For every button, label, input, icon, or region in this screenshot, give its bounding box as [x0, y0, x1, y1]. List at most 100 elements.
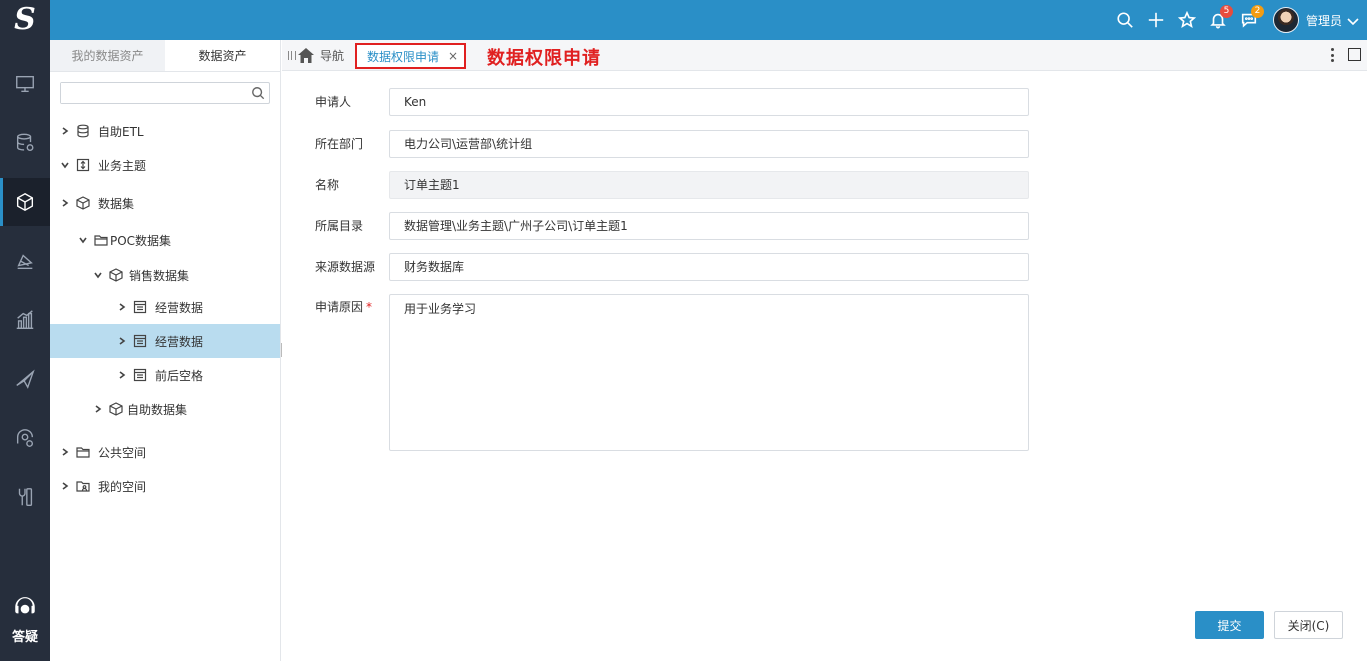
name-label: 名称	[315, 178, 340, 192]
chevron-down-icon[interactable]	[78, 235, 88, 245]
form-row-name: 名称 订单主题1	[315, 171, 1029, 199]
source-field[interactable]: 财务数据库	[389, 253, 1029, 281]
favorite-star-icon[interactable]	[1172, 0, 1203, 40]
tree-node-label: 我的空间	[98, 479, 147, 494]
chevron-right-icon[interactable]	[117, 370, 127, 380]
applicant-field[interactable]: Ken	[389, 88, 1029, 116]
user-folder-icon	[76, 479, 90, 493]
permission-request-form: 申请人 Ken 所在部门 电力公司\运营部\统计组 名称 订单主题1 所属目录 …	[282, 71, 1367, 661]
chevron-right-icon[interactable]	[117, 336, 127, 346]
rail-data-assets-icon[interactable]	[0, 178, 50, 226]
chevron-right-icon[interactable]	[60, 126, 70, 136]
rail-layers-icon[interactable]	[0, 237, 50, 285]
chevron-down-icon[interactable]	[93, 270, 103, 280]
logo-mark: S	[14, 2, 36, 37]
cube-icon	[109, 402, 123, 416]
tab-bar-grip-icon[interactable]	[288, 51, 296, 60]
search-icon[interactable]	[1110, 0, 1141, 40]
tab-data-assets[interactable]: 数据资产	[165, 40, 280, 71]
tab-my-data-assets[interactable]: 我的数据资产	[50, 40, 165, 71]
tab-navigation[interactable]: 导航	[298, 47, 344, 64]
search-icon[interactable]	[251, 86, 265, 100]
tab-navigation-label: 导航	[320, 49, 345, 63]
folder-icon	[94, 233, 108, 247]
tree-node-label: 经营数据	[155, 334, 204, 349]
rail-monitor-icon[interactable]	[0, 60, 50, 108]
chevron-down-icon	[1347, 15, 1359, 26]
rail-database-settings-icon[interactable]	[0, 119, 50, 167]
tab-data-permission-request[interactable]: 数据权限申请 ×	[355, 43, 466, 69]
data-asset-panel: 我的数据资产 数据资产 自助ETL 业务主题 数据集 POC数据集 销售数据集 …	[50, 40, 281, 661]
tree-node-sales-datasets[interactable]: 销售数据集	[50, 258, 280, 292]
panel-tabs: 我的数据资产 数据资产	[50, 40, 280, 72]
department-label: 所在部门	[315, 137, 364, 151]
tree-node-label: 前后空格	[155, 368, 204, 383]
help-label: 答疑	[11, 630, 38, 645]
chevron-right-icon[interactable]	[60, 481, 70, 491]
user-menu[interactable]: 管理员	[1265, 0, 1367, 40]
message-icon[interactable]: 2	[1234, 0, 1265, 40]
home-icon	[298, 48, 314, 63]
left-nav-rail: 答疑	[0, 40, 50, 661]
folder-icon	[76, 445, 90, 459]
avatar	[1272, 7, 1299, 33]
chevron-down-icon[interactable]	[60, 160, 70, 170]
tree-node-business-topic[interactable]: 业务主题	[50, 148, 280, 182]
table-icon	[133, 334, 147, 348]
form-row-source: 来源数据源 财务数据库	[315, 253, 1029, 281]
tree-node-label: 公共空间	[98, 445, 147, 460]
directory-field[interactable]: 数据管理\业务主题\广州子公司\订单主题1	[389, 212, 1029, 240]
department-field[interactable]: 电力公司\运营部\统计组	[389, 130, 1029, 158]
tree-search-input[interactable]	[61, 83, 241, 103]
maximize-icon[interactable]	[1348, 48, 1361, 61]
tree-node-label: 自助数据集	[127, 402, 188, 417]
form-row-department: 所在部门 电力公司\运营部\统计组	[315, 130, 1029, 158]
form-row-directory: 所属目录 数据管理\业务主题\广州子公司\订单主题1	[315, 212, 1029, 240]
tree-node-label: 自助ETL	[98, 124, 144, 139]
reason-label: 申请原因	[315, 300, 364, 314]
top-header: S 5 2 管理员	[0, 0, 1367, 40]
tree-node-datasets[interactable]: 数据集	[50, 186, 280, 220]
tree-node-etl[interactable]: 自助ETL	[50, 114, 280, 148]
more-options-icon[interactable]	[1327, 46, 1337, 64]
close-icon[interactable]: ×	[448, 49, 458, 63]
tree-node-self-service-datasets[interactable]: 自助数据集	[50, 392, 280, 426]
message-badge: 2	[1250, 5, 1264, 18]
chevron-right-icon[interactable]	[60, 198, 70, 208]
topic-icon	[76, 158, 90, 172]
tab-bar: 导航 数据权限申请 × 数据权限申请	[282, 40, 1367, 71]
tree-node-label: 销售数据集	[129, 268, 190, 283]
table-icon	[133, 300, 147, 314]
help-button[interactable]: 答疑	[0, 595, 50, 645]
chevron-right-icon[interactable]	[60, 447, 70, 457]
reason-textarea[interactable]: 用于业务学习	[389, 294, 1029, 451]
tree-node-trim-spaces[interactable]: 前后空格	[50, 358, 280, 392]
tree-search	[60, 82, 270, 104]
tab-label: 数据权限申请	[367, 49, 440, 64]
notification-bell-icon[interactable]: 5	[1203, 0, 1234, 40]
table-icon	[133, 368, 147, 382]
chevron-right-icon[interactable]	[93, 404, 103, 414]
rail-send-icon[interactable]	[0, 355, 50, 403]
directory-label: 所属目录	[315, 219, 364, 233]
tree-node-label: 业务主题	[98, 158, 147, 173]
cube-icon	[109, 268, 123, 282]
header-actions: 5 2 管理员	[1110, 0, 1367, 40]
tree-node-public-space[interactable]: 公共空间	[50, 435, 280, 469]
rail-user-settings-icon[interactable]	[0, 414, 50, 462]
database-icon	[76, 124, 90, 138]
rail-tools-icon[interactable]	[0, 473, 50, 521]
tree-node-operating-data-1[interactable]: 经营数据	[50, 290, 280, 324]
name-field: 订单主题1	[389, 171, 1029, 199]
rail-bar-chart-icon[interactable]	[0, 296, 50, 344]
submit-button[interactable]: 提交	[1195, 611, 1264, 639]
tree-node-label: 经营数据	[155, 300, 204, 315]
close-button[interactable]: 关闭(C)	[1274, 611, 1343, 639]
app-logo[interactable]: S	[0, 0, 50, 40]
tree-node-my-space[interactable]: 我的空间	[50, 469, 280, 503]
chevron-right-icon[interactable]	[117, 302, 127, 312]
tree-node-operating-data-2[interactable]: 经营数据	[50, 324, 280, 358]
tree-node-poc-datasets[interactable]: POC数据集	[50, 223, 280, 257]
add-icon[interactable]	[1141, 0, 1172, 40]
cube-icon	[76, 196, 90, 210]
